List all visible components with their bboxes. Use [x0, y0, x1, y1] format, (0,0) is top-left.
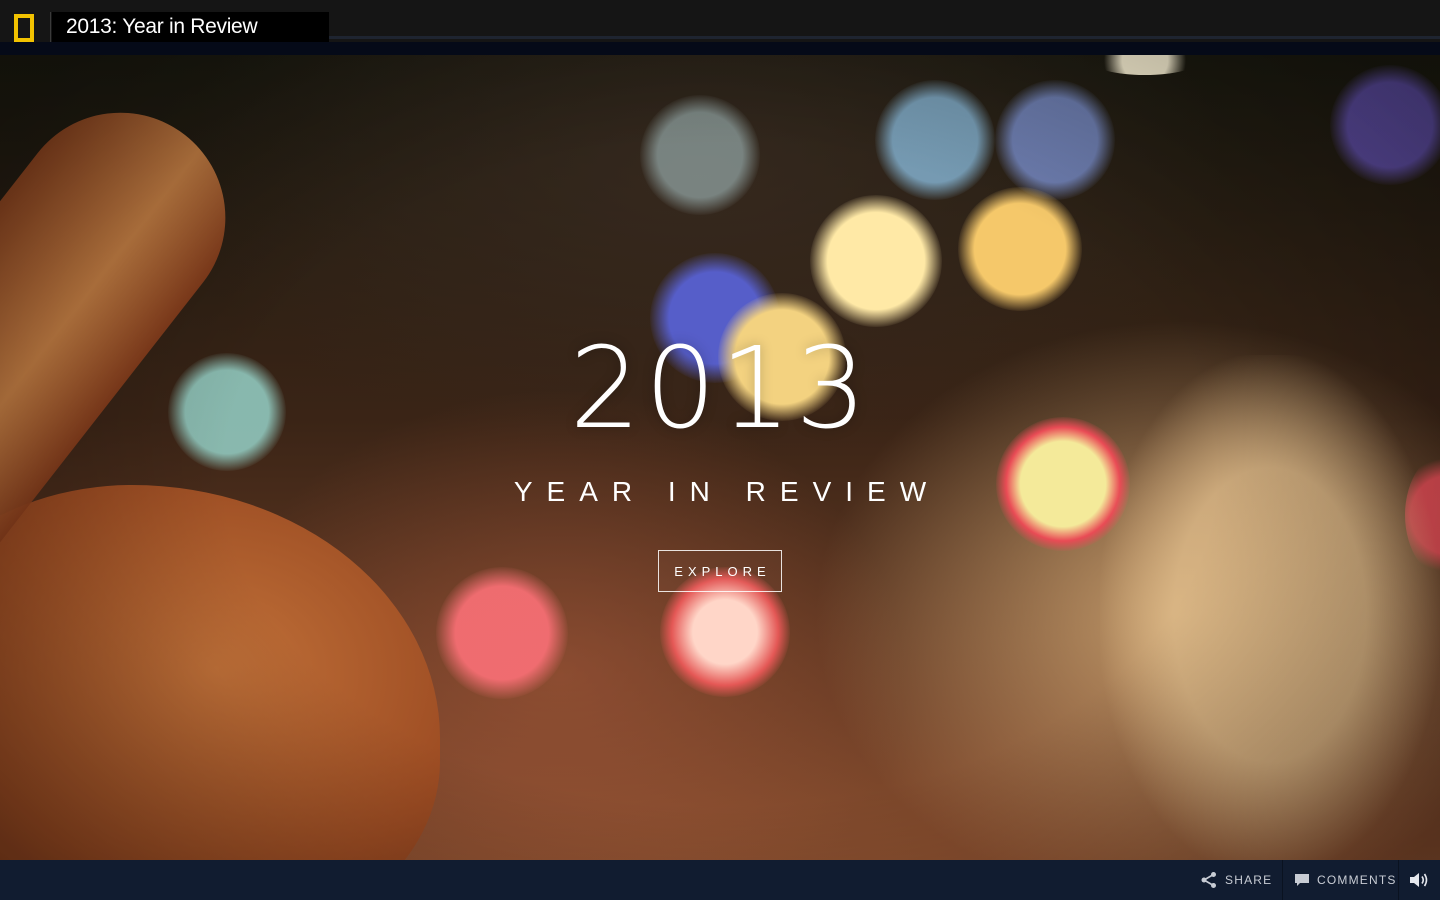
comments-label: COMMENTS	[1317, 873, 1397, 887]
footer-divider	[1398, 860, 1399, 900]
header-divider	[50, 12, 51, 42]
page-title-box: 2013: Year in Review	[52, 12, 329, 42]
comments-button[interactable]: COMMENTS	[1294, 860, 1397, 900]
volume-icon	[1408, 871, 1430, 889]
share-icon	[1200, 871, 1218, 889]
header-underline	[0, 42, 1440, 55]
comment-icon	[1294, 872, 1310, 888]
nat-geo-logo[interactable]	[14, 14, 34, 42]
hero-section: 2013 YEAR IN REVIEW EXPLORE	[0, 55, 1440, 860]
hero-content: 2013 YEAR IN REVIEW EXPLORE	[0, 55, 1440, 860]
top-bar: 2013: Year in Review	[0, 0, 1440, 55]
explore-button[interactable]: EXPLORE	[658, 550, 782, 592]
page-title: 2013: Year in Review	[66, 15, 258, 38]
footer-divider	[1282, 860, 1283, 900]
share-button[interactable]: SHARE	[1200, 860, 1272, 900]
sound-toggle-button[interactable]	[1408, 860, 1430, 900]
share-label: SHARE	[1225, 873, 1273, 887]
bottom-bar: SHARE COMMENTS	[0, 860, 1440, 900]
hero-subtitle: YEAR IN REVIEW	[513, 476, 941, 507]
header-rule	[329, 36, 1440, 39]
hero-year: 2013	[569, 324, 871, 454]
